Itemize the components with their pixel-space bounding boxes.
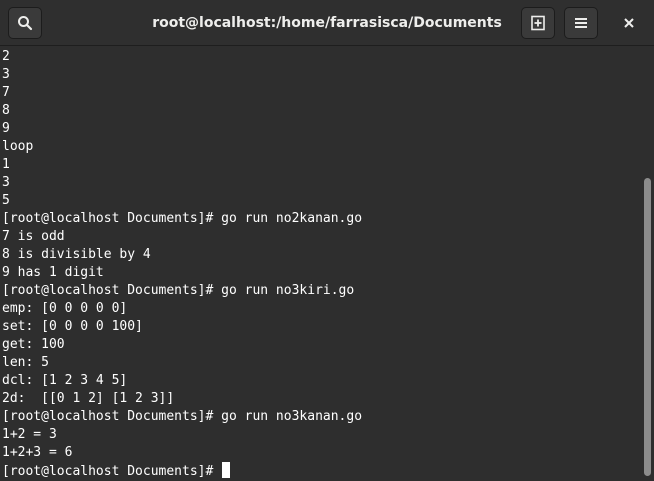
- terminal-command-line: [root@localhost Documents]# go run no3ka…: [2, 409, 363, 424]
- terminal-line: set: [0 0 0 0 100]: [2, 319, 143, 334]
- terminal-line: 9: [2, 121, 10, 136]
- terminal-line: 3: [2, 175, 10, 190]
- terminal-line: 9 has 1 digit: [2, 265, 104, 280]
- terminal-line: 7: [2, 85, 10, 100]
- hamburger-menu-icon: [575, 18, 587, 28]
- terminal-line: get: 100: [2, 337, 65, 352]
- search-icon: [18, 16, 33, 31]
- terminal-line: 1+2+3 = 6: [2, 445, 73, 460]
- new-tab-button[interactable]: [521, 7, 555, 39]
- terminal-prompt: [root@localhost Documents]#: [2, 464, 222, 479]
- close-icon: [624, 18, 634, 28]
- terminal-line: 7 is odd: [2, 229, 65, 244]
- search-button[interactable]: [8, 7, 42, 39]
- terminal-output[interactable]: 2 3 7 8 9 loop 1 3 5 [root@localhost Doc…: [0, 47, 640, 481]
- new-tab-icon: [531, 15, 545, 31]
- menu-button[interactable]: [564, 7, 598, 39]
- terminal-window: root@localhost:/home/farrasisca/Document…: [0, 0, 654, 481]
- terminal-line: 2d: [[0 1 2] [1 2 3]]: [2, 391, 175, 406]
- terminal-line: 1: [2, 157, 10, 172]
- window-title: root@localhost:/home/farrasisca/Document…: [152, 15, 502, 31]
- terminal-line: 2: [2, 49, 10, 64]
- terminal-line: 5: [2, 193, 10, 208]
- terminal-line: dcl: [1 2 3 4 5]: [2, 373, 128, 388]
- terminal-line: 8 is divisible by 4: [2, 247, 151, 262]
- terminal-command-line: [root@localhost Documents]# go run no2ka…: [2, 211, 363, 226]
- terminal-command-line: [root@localhost Documents]# go run no3ki…: [2, 283, 355, 298]
- close-button[interactable]: [612, 7, 646, 39]
- scrollbar-thumb[interactable]: [644, 178, 651, 476]
- terminal-prompt-line[interactable]: [root@localhost Documents]#: [2, 462, 640, 480]
- terminal-line: loop: [2, 139, 34, 154]
- terminal-line: len: 5: [2, 355, 49, 370]
- text-cursor: [222, 462, 231, 478]
- terminal-line: 3: [2, 67, 10, 82]
- terminal-line: 8: [2, 103, 10, 118]
- headerbar: root@localhost:/home/farrasisca/Document…: [0, 0, 654, 46]
- terminal-line: emp: [0 0 0 0 0]: [2, 301, 128, 316]
- terminal-line: 1+2 = 3: [2, 427, 57, 442]
